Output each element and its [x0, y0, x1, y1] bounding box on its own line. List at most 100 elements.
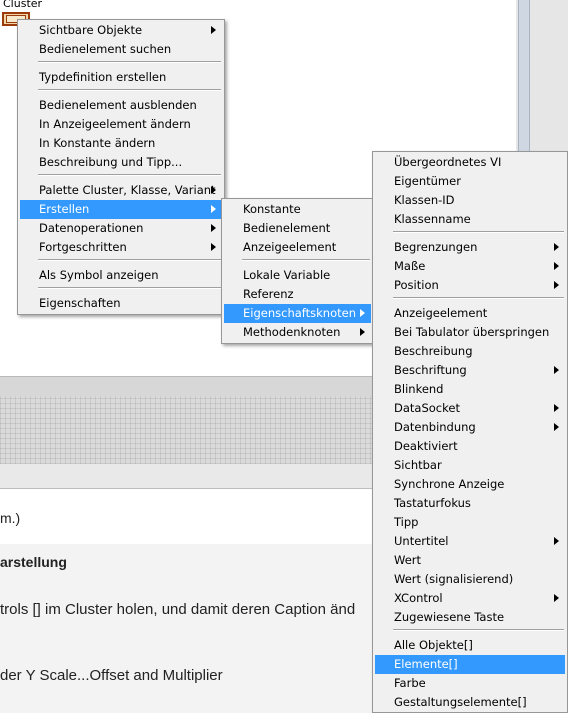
menu-item-label: Deaktiviert [394, 439, 458, 453]
menu-item-gestaltungselemente[interactable]: Gestaltungselemente[] [375, 693, 565, 712]
menu-item-begrenzungen[interactable]: Begrenzungen [375, 238, 565, 257]
context-menu: Sichtbare Objekte Bedienelement suchen Typ… [17, 19, 225, 315]
menu-item-referenz[interactable]: Referenz [224, 285, 371, 304]
menu-item-label: Maße [394, 259, 426, 273]
menu-item-palette-cluster-klasse-variant[interactable]: Palette Cluster, Klasse, Variant [20, 181, 222, 200]
menu-item-label: Tastaturfokus [394, 496, 471, 510]
menu-separator [393, 231, 564, 233]
menu-item-label: Anzeigeelement [394, 306, 488, 320]
menu-item-erstellen[interactable]: Erstellen [20, 200, 222, 219]
menu-item-deaktiviert[interactable]: Deaktiviert [375, 437, 565, 456]
menu-item-label: Bei Tabulator überspringen [394, 325, 550, 339]
create-submenu: Konstante Bedienelement Anzeigeelement Loka… [221, 198, 374, 344]
submenu-arrow-icon [360, 328, 365, 336]
document-text-line: trols [] im Cluster holen, und damit der… [0, 601, 356, 618]
menu-item-label: Synchrone Anzeige [394, 477, 505, 491]
menu-item-eigenschaften[interactable]: Eigenschaften [20, 294, 222, 313]
menu-item-bedienelement-ausblenden[interactable]: Bedienelement ausblenden [20, 96, 222, 115]
menu-item-klassenname[interactable]: Klassenname [375, 210, 565, 229]
menu-item-blinkend[interactable]: Blinkend [375, 380, 565, 399]
document-text-line: m.) [0, 510, 21, 526]
menu-separator [393, 629, 564, 631]
menu-item-bedienelement[interactable]: Bedienelement [224, 219, 371, 238]
submenu-arrow-icon [554, 243, 559, 251]
menu-item-label: Anzeigeelement [243, 240, 337, 254]
menu-item-masse[interactable]: Maße [375, 257, 565, 276]
menu-item-position[interactable]: Position [375, 276, 565, 295]
cluster-label: Cluster [3, 0, 43, 10]
menu-item-untertitel[interactable]: Untertitel [375, 532, 565, 551]
menu-item-label: Datenbindung [394, 420, 476, 434]
menu-item-elemente[interactable]: Elemente[] [375, 655, 565, 674]
menu-item-bedienelement-suchen[interactable]: Bedienelement suchen [20, 40, 222, 59]
menu-item-beschreibung[interactable]: Beschreibung [375, 342, 565, 361]
menu-item-label: Tipp [394, 515, 419, 529]
menu-item-datenoperationen[interactable]: Datenoperationen [20, 219, 222, 238]
menu-item-label: DataSocket [394, 401, 460, 415]
menu-item-konstante[interactable]: Konstante [224, 200, 371, 219]
submenu-arrow-icon [554, 262, 559, 270]
menu-item-typdefinition-erstellen[interactable]: Typdefinition erstellen [20, 68, 222, 87]
document-heading: arstellung [0, 554, 67, 570]
menu-item-anzeigeelement[interactable]: Anzeigeelement [224, 238, 371, 257]
submenu-arrow-icon [554, 594, 559, 602]
menu-item-sichtbare-objekte[interactable]: Sichtbare Objekte [20, 21, 222, 40]
menu-item-sichtbar[interactable]: Sichtbar [375, 456, 565, 475]
menu-item-label: Typdefinition erstellen [39, 70, 167, 84]
menu-item-tipp[interactable]: Tipp [375, 513, 565, 532]
menu-item-label: Sichtbare Objekte [39, 23, 143, 37]
menu-item-label: Alle Objekte[] [394, 638, 473, 652]
menu-item-als-symbol-anzeigen[interactable]: Als Symbol anzeigen [20, 266, 222, 285]
menu-separator [242, 259, 370, 261]
menu-item-xcontrol[interactable]: XControl [375, 589, 565, 608]
menu-item-label: Begrenzungen [394, 240, 478, 254]
menu-item-synchrone-anzeige[interactable]: Synchrone Anzeige [375, 475, 565, 494]
menu-item-in-konstante-aendern[interactable]: In Konstante ändern [20, 134, 222, 153]
submenu-arrow-icon [554, 281, 559, 289]
menu-item-datenbindung[interactable]: Datenbindung [375, 418, 565, 437]
menu-item-wert[interactable]: Wert [375, 551, 565, 570]
menu-item-label: Beschreibung und Tipp... [39, 155, 183, 169]
menu-item-label: Klassenname [394, 212, 471, 226]
menu-item-label: Klassen-ID [394, 193, 455, 207]
menu-item-uebergeordnetes-vi[interactable]: Übergeordnetes VI [375, 153, 565, 172]
menu-item-label: Palette Cluster, Klasse, Variant [39, 183, 216, 197]
menu-item-label: Position [394, 278, 439, 292]
menu-item-label: Als Symbol anzeigen [39, 268, 159, 282]
menu-item-wert-signalisierend[interactable]: Wert (signalisierend) [375, 570, 565, 589]
menu-item-methodenknoten[interactable]: Methodenknoten [224, 323, 371, 342]
submenu-arrow-icon [211, 205, 216, 213]
menu-item-bei-tabulator-ueberspringen[interactable]: Bei Tabulator überspringen [375, 323, 565, 342]
menu-item-label: Elemente[] [394, 657, 458, 671]
menu-separator [38, 89, 221, 91]
menu-item-farbe[interactable]: Farbe [375, 674, 565, 693]
menu-item-label: Beschriftung [394, 363, 467, 377]
menu-item-zugewiesene-taste[interactable]: Zugewiesene Taste [375, 608, 565, 627]
menu-item-label: In Anzeigeelement ändern [39, 117, 191, 131]
menu-item-eigentuemer[interactable]: Eigentümer [375, 172, 565, 191]
menu-item-lokale-variable[interactable]: Lokale Variable [224, 266, 371, 285]
menu-item-anzeigeelement[interactable]: Anzeigeelement [375, 304, 565, 323]
submenu-arrow-icon [360, 309, 365, 317]
menu-separator [38, 61, 221, 63]
menu-item-alle-objekte[interactable]: Alle Objekte[] [375, 636, 565, 655]
menu-item-in-anzeigeelement-aendern[interactable]: In Anzeigeelement ändern [20, 115, 222, 134]
menu-separator [38, 287, 221, 289]
menu-item-label: Blinkend [394, 382, 444, 396]
submenu-arrow-icon [554, 404, 559, 412]
menu-item-label: Farbe [394, 676, 426, 690]
menu-item-label: Bedienelement ausblenden [39, 98, 197, 112]
menu-item-eigenschaftsknoten[interactable]: Eigenschaftsknoten [224, 304, 371, 323]
menu-item-tastaturfokus[interactable]: Tastaturfokus [375, 494, 565, 513]
menu-item-label: Sichtbar [394, 458, 442, 472]
menu-item-label: In Konstante ändern [39, 136, 156, 150]
menu-item-beschriftung[interactable]: Beschriftung [375, 361, 565, 380]
menu-item-label: Bedienelement suchen [39, 42, 172, 56]
menu-separator [38, 259, 221, 261]
menu-item-datasocket[interactable]: DataSocket [375, 399, 565, 418]
menu-item-klassen-id[interactable]: Klassen-ID [375, 191, 565, 210]
menu-item-beschreibung-und-tipp[interactable]: Beschreibung und Tipp... [20, 153, 222, 172]
submenu-arrow-icon [211, 26, 216, 34]
menu-item-label: Fortgeschritten [39, 240, 127, 254]
menu-item-fortgeschritten[interactable]: Fortgeschritten [20, 238, 222, 257]
